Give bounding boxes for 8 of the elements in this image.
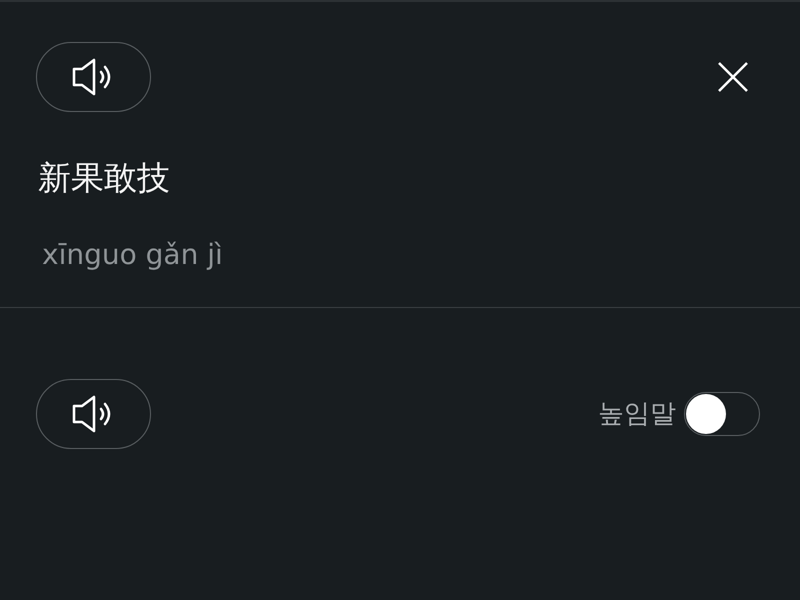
honorific-toggle[interactable] [684,392,760,436]
speaker-button[interactable] [36,42,151,112]
source-text: 新果敢技 [38,158,170,197]
honorific-label: 높임말 [598,398,676,431]
speaker-button[interactable] [36,379,151,450]
close-button[interactable] [716,60,750,94]
pinyin-text: xīnguo gǎn jì [42,238,223,271]
close-icon [716,60,750,94]
